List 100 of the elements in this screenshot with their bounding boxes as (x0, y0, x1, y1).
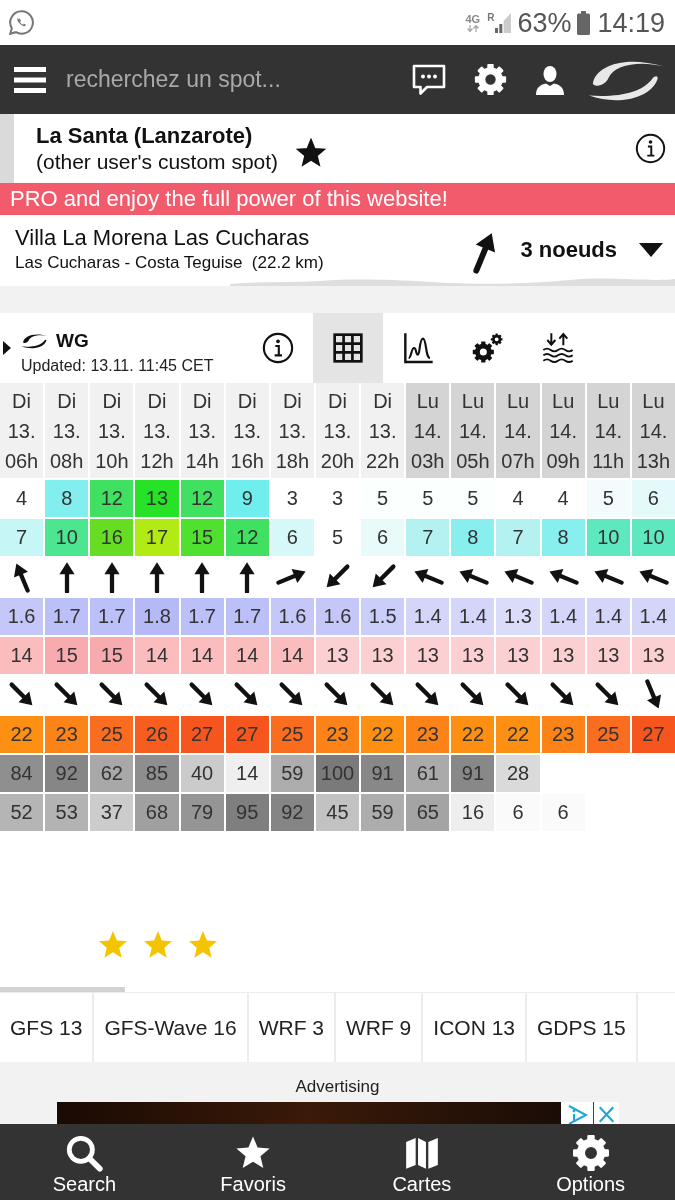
nav-tab[interactable]: Options (506, 1124, 675, 1200)
table-cell: 1.7 (45, 598, 89, 635)
table-cell: 13 (406, 637, 450, 674)
date-label: 13. (97, 419, 126, 444)
table-cell: 16 (90, 519, 134, 556)
table-cell: 1.4 (406, 598, 450, 635)
table-cell: 17 (135, 519, 179, 556)
table-cell: 22 (0, 716, 44, 753)
hour-label: 03h (411, 449, 445, 474)
hour-label: 14h (185, 449, 219, 474)
date-label: 13. (323, 419, 352, 444)
table-cell: 92 (45, 755, 89, 792)
table-cell: 8 (45, 480, 89, 517)
hour-label: 06h (4, 449, 39, 474)
menu-button[interactable] (14, 65, 46, 94)
table-cell: 25 (586, 716, 630, 753)
table-cell: 10 (586, 519, 630, 556)
table-cell: 25 (270, 716, 314, 753)
day-label: Di (282, 389, 302, 414)
info-icon (262, 332, 294, 364)
spot-subtitle: (other user's custom spot) (36, 148, 279, 175)
table-cell: 1.4 (631, 598, 675, 635)
day-label: Lu (416, 389, 439, 414)
chat-icon (412, 64, 446, 95)
hour-label: 11h (592, 449, 625, 474)
day-label: Lu (506, 389, 530, 414)
table-cell: 8 (451, 519, 495, 556)
spot-name: La Santa (Lanzarote) (36, 122, 254, 149)
table-cell: 1.7 (180, 598, 224, 635)
settings-icon (571, 1134, 610, 1172)
table-view-tab[interactable] (313, 313, 383, 383)
day-label: Di (192, 389, 212, 414)
table-cell: 27 (631, 716, 675, 753)
favorite-star-icon[interactable] (296, 137, 327, 168)
table-cell: 1.4 (541, 598, 585, 635)
table-cell: 5 (406, 480, 450, 517)
table-cell: 62 (90, 755, 134, 792)
hour-label: 13h (636, 449, 671, 474)
date-label: 14. (459, 419, 487, 444)
table-cell: 5 (451, 480, 495, 517)
table-cell: 23 (315, 716, 360, 753)
battery-icon (577, 10, 591, 35)
date-label: 14. (413, 419, 442, 444)
table-cell: 13 (541, 637, 585, 674)
clock: 14:19 (597, 7, 665, 38)
table-cell: 1.7 (225, 598, 269, 635)
account-button[interactable] (535, 64, 565, 95)
phone-bubble-icon (8, 9, 35, 36)
table-cell: 1.6 (270, 598, 314, 635)
table-cell: 5 (361, 480, 405, 517)
table-cell: 45 (315, 794, 360, 831)
table-cell: 14 (225, 755, 269, 792)
table-cell: 23 (541, 716, 585, 753)
date-label: 13. (188, 419, 216, 444)
menu-icon (14, 65, 46, 94)
day-label: Di (102, 389, 122, 414)
table-cell: 40 (180, 755, 224, 792)
signal-icon (495, 12, 512, 33)
wind-speed-dropdown[interactable]: 3 noeuds (520, 236, 663, 263)
table-cell: 6 (496, 794, 540, 831)
nav-tab[interactable]: Search (0, 1124, 169, 1200)
hour-label: 12h (140, 449, 174, 474)
table-cell: 6 (631, 480, 675, 517)
expand-caret-icon[interactable] (3, 341, 11, 355)
settings-button[interactable] (474, 63, 507, 96)
table-cell: 13 (586, 637, 630, 674)
nav-tab[interactable]: Cartes (337, 1124, 507, 1200)
nav-tab[interactable]: Favoris (168, 1124, 338, 1200)
day-label: Lu (552, 389, 575, 414)
date-label: 14. (504, 419, 532, 444)
model-name: WG (56, 330, 89, 352)
table-cell: 7 (0, 519, 44, 556)
spot-info-button[interactable] (635, 133, 666, 164)
table-cell: 68 (135, 794, 179, 831)
table-cell: 59 (270, 755, 314, 792)
hour-label: 16h (230, 449, 264, 474)
table-cell: 15 (45, 637, 89, 674)
hour-label: 05h (456, 449, 490, 474)
table-cell: 13 (361, 637, 405, 674)
table-cell: 14 (225, 637, 269, 674)
data-arrows-icon (465, 24, 480, 32)
hour-label: 09h (546, 449, 580, 474)
date-label: 14. (549, 419, 578, 444)
table-cell: 84 (0, 755, 44, 792)
day-label: Di (373, 389, 393, 414)
table-cell: 28 (496, 755, 540, 792)
table-cell: 1.5 (361, 598, 405, 635)
messages-button[interactable] (412, 64, 446, 95)
table-cell: 13 (631, 637, 675, 674)
star-icon (97, 929, 129, 961)
table-cell: 100 (315, 755, 360, 792)
table-cell: 12 (225, 519, 269, 556)
battery-percent: 63% (517, 7, 572, 38)
table-cell: 59 (361, 794, 405, 831)
table-cell: 1.4 (451, 598, 495, 635)
day-label: Lu (461, 389, 484, 414)
table-cell: 6 (541, 794, 585, 831)
hour-label: 20h (320, 449, 355, 474)
hour-label: 07h (501, 449, 535, 474)
table-cell: 95 (225, 794, 269, 831)
